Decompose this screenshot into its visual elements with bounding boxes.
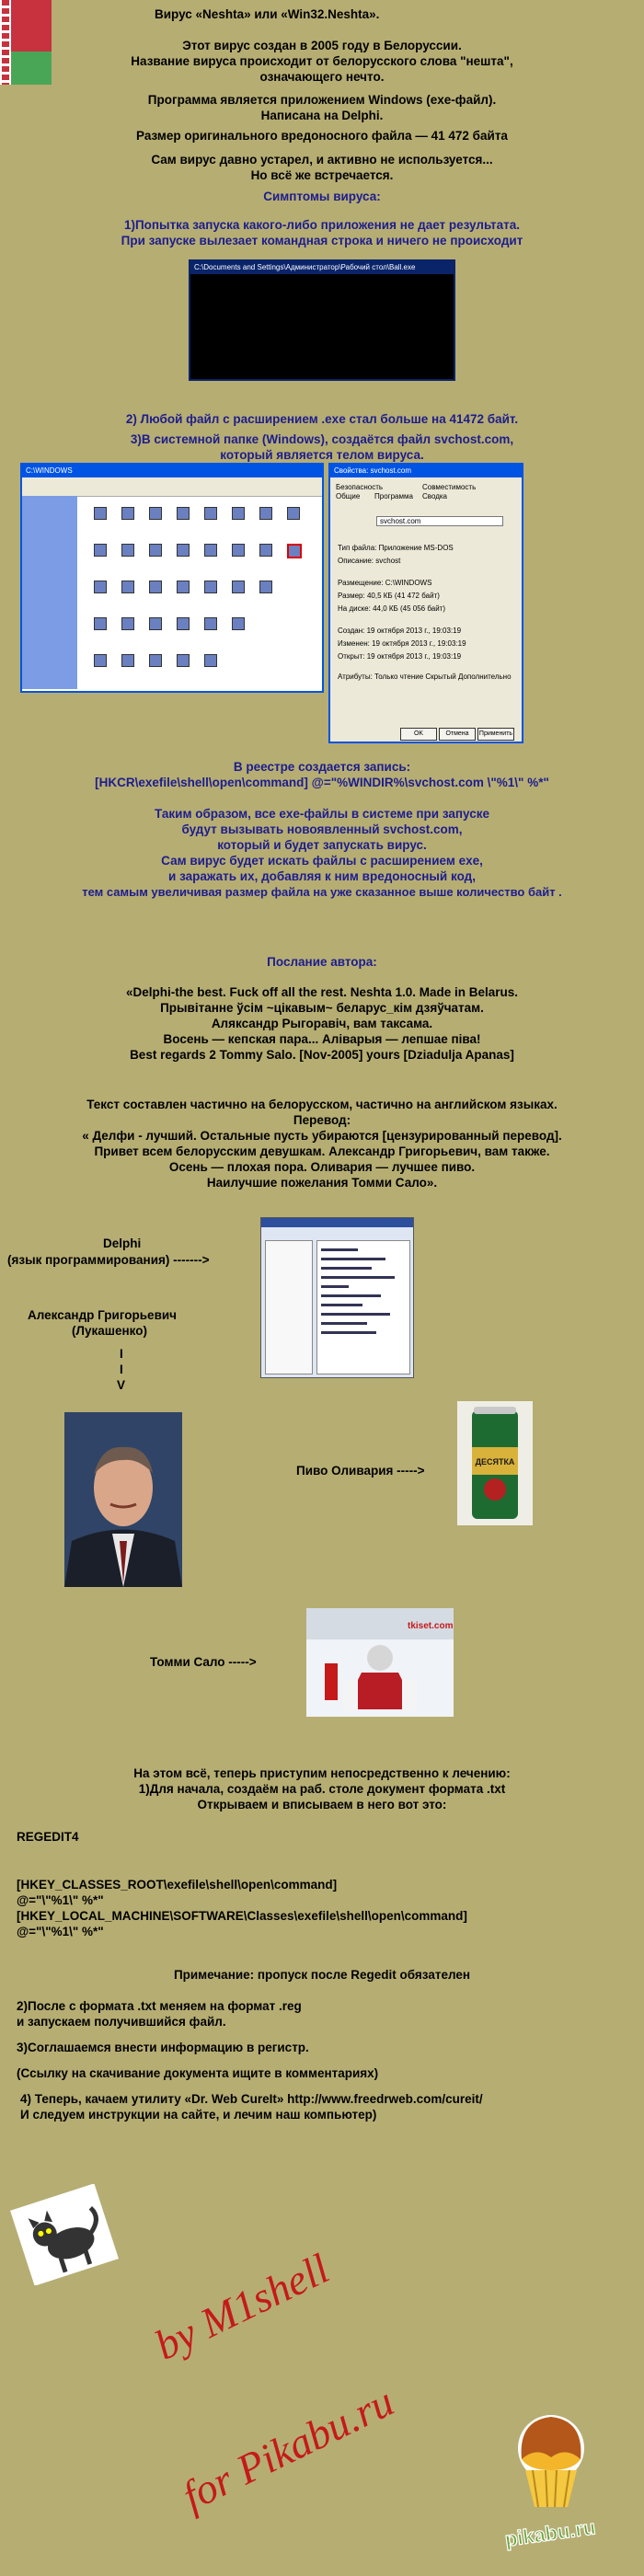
note-line: Примечание: пропуск после Regedit обязат… xyxy=(173,1968,471,1982)
regedit-line: [HKEY_LOCAL_MACHINE\SOFTWARE\Classes\exe… xyxy=(17,1909,467,1923)
regedit-line: [HKEY_CLASSES_ROOT\exefile\shell\open\co… xyxy=(17,1878,338,1892)
translation-line: « Делфи - лучший. Остальные пусть убираю… xyxy=(82,1129,562,1143)
luk-caption: (Лукашенко) xyxy=(72,1324,147,1338)
translation-line: Наилучшие пожелания Томми Сало». xyxy=(206,1176,438,1190)
intro-line: Сам вирус давно устарел, и активно не ис… xyxy=(151,153,493,167)
intro-line: Размер оригинального вредоносного файла … xyxy=(136,129,508,143)
explain-line: Таким образом, все exe-файлы в системе п… xyxy=(154,807,489,821)
luk-arrow: V xyxy=(117,1378,126,1392)
explorer-window-screenshot: C:\WINDOWS xyxy=(20,463,324,693)
title-line: Вирус «Neshta» или «Win32.Neshta». xyxy=(155,7,380,21)
lukashenko-photo xyxy=(64,1412,182,1587)
props-row: Тип файла: Приложение MS-DOS xyxy=(338,544,454,552)
olivaria-beer-can-photo: ДЕСЯТКА xyxy=(457,1401,533,1525)
signature-line: by M1shell xyxy=(147,2244,337,2369)
intro-line: Написана на Delphi. xyxy=(260,109,384,122)
step-line: 2)После с формата .txt меняем на формат … xyxy=(17,1999,302,2013)
luk-caption: Александр Григорьевич xyxy=(28,1308,177,1322)
intro-line: Программа является приложением Windows (… xyxy=(147,93,497,107)
author-heading: Послание автора: xyxy=(267,955,377,969)
symptom-1-line: При запуске вылезает командная строка и … xyxy=(121,234,523,247)
explain-line: будут вызывать новоявленный svchost.com, xyxy=(181,822,463,836)
properties-dialog-screenshot: Свойства: svchost.com Безопасность Совме… xyxy=(328,463,523,743)
symptoms-heading: Симптомы вируса: xyxy=(263,190,381,203)
explorer-window-title: C:\WINDOWS xyxy=(22,465,322,477)
props-filename: svchost.com xyxy=(376,516,503,526)
symptom-3-line: который является телом вируса. xyxy=(220,448,424,462)
properties-dialog-title: Свойства: svchost.com xyxy=(330,465,522,477)
props-tab: Совместимость xyxy=(422,483,477,491)
props-row: Размер: 40,5 КБ (41 472 байт) xyxy=(338,592,440,600)
props-row: Размещение: C:\WINDOWS xyxy=(338,579,432,587)
translation-line: Привет всем белорусским девушкам. Алекса… xyxy=(94,1144,550,1158)
pikabu-logo: pikabu.ru xyxy=(472,2393,630,2559)
props-row: Описание: svchost xyxy=(338,557,401,565)
translation-line: Текст составлен частично на белорусском,… xyxy=(86,1098,558,1111)
explain-line: и заражать их, добавляя к ним вредоносны… xyxy=(168,869,476,883)
beer-can-label: ДЕСЯТКА xyxy=(476,1457,515,1466)
props-tab: Программа xyxy=(374,492,413,500)
intro-line: Но всё же встречается. xyxy=(250,168,394,182)
props-row: Открыт: 19 октября 2013 г., 19:03:19 xyxy=(338,652,462,661)
delphi-ide-screenshot xyxy=(260,1217,414,1378)
message-line: Аляксандр Рыгоравіч, вам таксама. xyxy=(211,1017,433,1030)
message-line: «Delphi-the best. Fuck off all the rest.… xyxy=(125,985,519,999)
luk-arrow: I xyxy=(120,1363,123,1376)
symptom-3-line: 3)В системной папке (Windows), создаётся… xyxy=(130,432,514,446)
step-line: и запускаем получившийся файл. xyxy=(17,2015,226,2029)
registry-line: В реестре создается запись: xyxy=(233,760,411,774)
luk-arrow: I xyxy=(120,1347,123,1361)
hockey-sign: tkiset.com xyxy=(408,1621,454,1631)
props-tab: Безопасность xyxy=(336,483,384,491)
message-line: Best regards 2 Tommy Salo. [Nov-2005] yo… xyxy=(130,1048,514,1062)
step-line: И следуем инструкции на сайте, и лечим н… xyxy=(20,2108,377,2122)
ok-button: OK xyxy=(400,728,437,741)
treatment-line: Открываем и вписываем в него вот это: xyxy=(197,1798,447,1811)
message-line: Восень — кепская пара... Аліварыя — лепш… xyxy=(163,1032,481,1046)
props-row: На диске: 44,0 КБ (45 056 байт) xyxy=(338,604,445,613)
props-row: Изменен: 19 октября 2013 г., 19:03:19 xyxy=(338,639,466,648)
treatment-line: На этом всё, теперь приступим непосредст… xyxy=(133,1766,511,1780)
cat-sticker-image xyxy=(9,2183,120,2286)
translation-line: Осень — плохая пора. Оливария — лучшее п… xyxy=(168,1160,476,1174)
symptom-2-line: 2) Любой файл с расширением .exe стал бо… xyxy=(125,412,519,426)
treatment-line: 1)Для начала, создаём на раб. столе доку… xyxy=(138,1782,506,1796)
command-prompt-screenshot: C:\Documents and Settings\Администратор\… xyxy=(189,259,455,381)
explain-line: Сам вирус будет искать файлы с расширени… xyxy=(161,854,483,868)
tommy-caption: Томми Сало -----> xyxy=(150,1655,257,1669)
symptom-1-line: 1)Попытка запуска какого-либо приложения… xyxy=(123,218,521,232)
message-line: Прывітанне ўсім ~цікавым~ беларус_кім дз… xyxy=(160,1001,484,1015)
props-tab: Сводка xyxy=(422,492,448,500)
signature-line: for Pikabu.ru xyxy=(175,2377,401,2520)
translation-line: Перевод: xyxy=(293,1113,351,1127)
step-line: 4) Теперь, качаем утилиту «Dr. Web CureI… xyxy=(20,2092,483,2106)
intro-line: Этот вирус создан в 2005 году в Белорусс… xyxy=(182,39,462,52)
step-line: 3)Соглашаемся внести информацию в регист… xyxy=(17,2041,309,2054)
regedit-line: REGEDIT4 xyxy=(17,1830,79,1844)
registry-line: [HKCR\exefile\shell\open\command] @="%WI… xyxy=(95,776,549,789)
props-tab: Общие xyxy=(336,492,361,500)
beer-caption: Пиво Оливария -----> xyxy=(296,1464,425,1478)
apply-button: Применить xyxy=(477,728,514,741)
props-row: Атрибуты: Только чтение Скрытый Дополнит… xyxy=(338,673,512,681)
regedit-line: @="\"%1\" %*" xyxy=(17,1925,104,1938)
regedit-line: @="\"%1\" %*" xyxy=(17,1893,104,1907)
delphi-caption: Delphi xyxy=(103,1236,142,1250)
step-line: (Ссылку на скачивание документа ищите в … xyxy=(17,2066,379,2080)
explain-line: который и будет запускать вирус. xyxy=(217,838,427,852)
cancel-button: Отмена xyxy=(439,728,476,741)
delphi-caption: (язык программирования) -------> xyxy=(7,1253,210,1267)
tommy-salo-photo: tkiset.com xyxy=(306,1608,454,1717)
explain-line: тем самым увеличивая размер файла на уже… xyxy=(82,885,562,899)
cmd-window-title: C:\Documents and Settings\Администратор\… xyxy=(190,261,454,274)
intro-line: означающего нечто. xyxy=(259,70,385,84)
pikabu-logo-text: pikabu.ru xyxy=(503,2515,597,2551)
props-row: Создан: 19 октября 2013 г., 19:03:19 xyxy=(338,627,462,635)
intro-line: Название вируса происходит от белорусско… xyxy=(131,54,513,68)
